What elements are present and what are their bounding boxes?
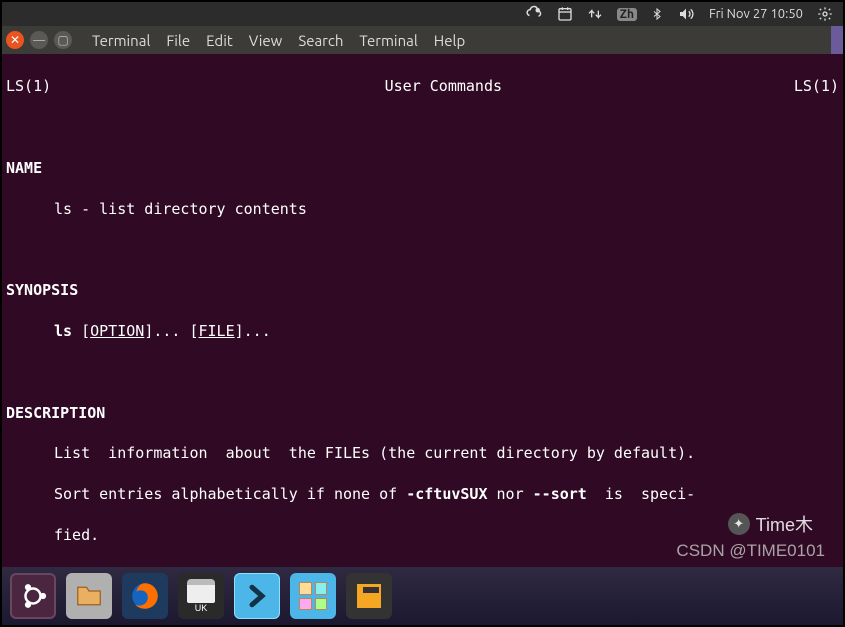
- dock-ubuntu-icon[interactable]: [10, 573, 56, 619]
- name-line: ls - list directory contents: [6, 199, 839, 219]
- menu-edit[interactable]: Edit: [200, 32, 239, 49]
- window-close-button[interactable]: ✕: [6, 31, 24, 49]
- dock: UK: [2, 567, 843, 625]
- dock-terminal-active-icon[interactable]: [234, 573, 280, 619]
- section-description: DESCRIPTION: [6, 403, 839, 423]
- man-header-center: User Commands: [281, 76, 606, 96]
- system-topbar: Zh Fri Nov 27 10:50: [2, 2, 843, 26]
- dock-firefox-icon[interactable]: [122, 573, 168, 619]
- man-header-right: LS(1): [606, 76, 839, 96]
- ime-indicator[interactable]: Zh: [617, 8, 637, 21]
- section-name: NAME: [6, 158, 839, 178]
- menu-search[interactable]: Search: [292, 32, 349, 49]
- network-icon[interactable]: [587, 6, 603, 22]
- window-minimize-button[interactable]: —: [30, 31, 48, 49]
- dock-save-icon[interactable]: [346, 573, 392, 619]
- menu-view[interactable]: View: [243, 32, 289, 49]
- menu-terminal[interactable]: Terminal: [86, 32, 156, 49]
- desc-line: Sort entries alphabetically if none of -…: [6, 484, 839, 504]
- clock[interactable]: Fri Nov 27 10:50: [709, 7, 803, 21]
- dock-software-icon[interactable]: UK: [178, 573, 224, 619]
- window-maximize-button[interactable]: ▢: [54, 31, 72, 49]
- menu-terminal-2[interactable]: Terminal: [353, 32, 423, 49]
- dock-files-icon[interactable]: [66, 573, 112, 619]
- terminal[interactable]: LS(1)User CommandsLS(1) NAME ls - list d…: [2, 54, 843, 567]
- synopsis-line: ls [OPTION]... [FILE]...: [6, 321, 839, 341]
- menu-items: Terminal File Edit View Search Terminal …: [86, 32, 471, 49]
- man-header-left: LS(1): [6, 76, 281, 96]
- window-menubar: ✕ — ▢ Terminal File Edit View Search Ter…: [2, 26, 843, 54]
- bluetooth-icon[interactable]: [651, 6, 663, 22]
- volume-icon[interactable]: [677, 6, 695, 22]
- weather-icon[interactable]: [525, 5, 543, 23]
- calendar-icon[interactable]: [557, 6, 573, 22]
- window-controls: ✕ — ▢: [6, 31, 72, 49]
- watermark-wechat: ✦ Time木: [728, 511, 813, 537]
- watermark-csdn: CSDN @TIME0101: [676, 541, 825, 561]
- settings-gear-icon[interactable]: [817, 6, 833, 22]
- section-synopsis: SYNOPSIS: [6, 280, 839, 300]
- wechat-icon: ✦: [728, 513, 750, 535]
- menu-help[interactable]: Help: [428, 32, 471, 49]
- desc-line: List information about the FILEs (the cu…: [6, 443, 839, 463]
- dock-apps-icon[interactable]: [290, 573, 336, 619]
- menu-file[interactable]: File: [160, 32, 196, 49]
